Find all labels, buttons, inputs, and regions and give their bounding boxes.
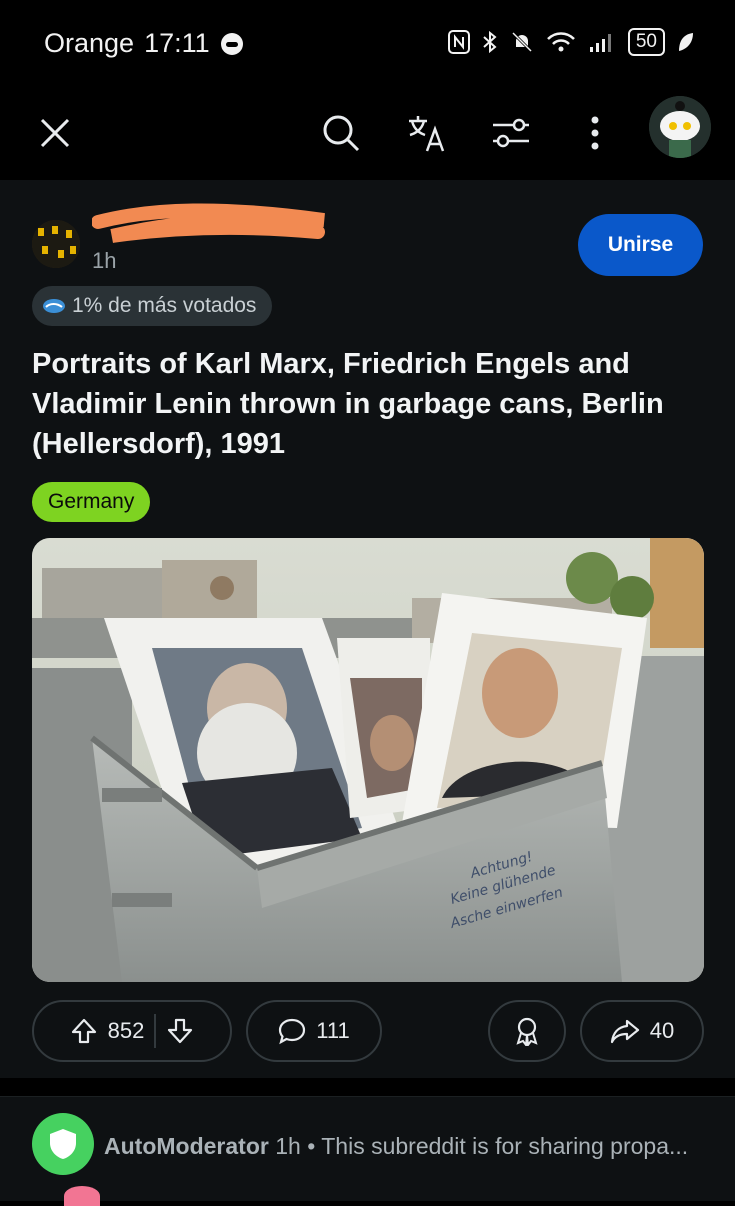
mute-bell-icon	[511, 31, 532, 53]
status-left: Orange 17:11	[44, 28, 244, 59]
translate-icon	[409, 115, 445, 151]
carrier-name: Orange	[44, 28, 135, 58]
search-button[interactable]	[306, 95, 376, 170]
share-button[interactable]: 40	[580, 1000, 704, 1062]
vote-divider	[154, 1014, 157, 1048]
clock: 17:11	[144, 28, 210, 58]
translate-button[interactable]	[392, 95, 462, 170]
comment-separator: •	[307, 1133, 316, 1159]
game-controller-icon	[220, 32, 243, 55]
comment-text-line: AutoModerator 1h • This subreddit is for…	[104, 1133, 704, 1160]
snoo-avatar-icon	[649, 96, 711, 158]
post-age: 1h	[92, 248, 117, 273]
top-votes-badge: 1% de más votados	[32, 286, 273, 326]
comment-author[interactable]: AutoModerator	[104, 1133, 269, 1159]
battery-indicator: 50	[627, 28, 665, 56]
trending-icon	[43, 299, 65, 313]
join-button[interactable]: Unirse	[578, 214, 703, 276]
badge-label: 1% de más votados	[72, 294, 257, 317]
filter-icon	[493, 118, 529, 147]
close-icon	[40, 118, 70, 147]
post-title[interactable]: Portraits of Karl Marx, Friedrich Engels…	[32, 344, 692, 464]
comment-count: 111	[316, 1018, 350, 1043]
filter-button[interactable]	[476, 95, 546, 170]
comment-time: 1h	[275, 1133, 301, 1159]
upvote-icon[interactable]	[70, 1017, 98, 1045]
post-time: 1h	[92, 248, 116, 274]
close-button[interactable]	[20, 95, 90, 170]
bluetooth-icon	[483, 30, 497, 54]
more-vertical-icon	[591, 116, 599, 149]
post-card[interactable]: 1h Unirse 1% de más votados Portraits of…	[0, 180, 735, 1078]
automoderator-avatar[interactable]	[32, 1113, 94, 1175]
vote-count: 852	[107, 1018, 145, 1043]
more-options-button[interactable]	[560, 95, 630, 170]
subreddit-avatar[interactable]	[32, 220, 80, 268]
nfc-icon	[447, 30, 470, 54]
downvote-icon[interactable]	[166, 1017, 194, 1045]
signal-icon	[589, 34, 611, 52]
user-avatar[interactable]	[649, 96, 711, 158]
top-nav	[0, 95, 735, 175]
award-button[interactable]	[488, 1000, 566, 1062]
wifi-icon	[546, 32, 575, 52]
search-icon	[323, 115, 360, 151]
post-flair[interactable]: Germany	[32, 482, 151, 522]
comment-icon	[279, 1018, 306, 1045]
garbage-bin-photo: Achtung! Keine glühende Asche einwerfen	[32, 538, 704, 982]
heart-icon	[64, 1186, 100, 1206]
status-right: 50	[447, 28, 695, 56]
award-icon	[516, 1017, 538, 1046]
share-count: 40	[649, 1018, 675, 1043]
share-icon	[610, 1019, 639, 1044]
comment-preview[interactable]: AutoModerator 1h • This subreddit is for…	[0, 1096, 735, 1201]
comment-body: This subreddit is for sharing propa...	[321, 1133, 689, 1159]
status-bar: Orange 17:11 50	[0, 0, 735, 90]
leaf-icon	[679, 33, 693, 51]
post-image[interactable]: Achtung! Keine glühende Asche einwerfen	[32, 538, 704, 982]
redaction-scribble	[92, 203, 325, 243]
vote-control: 852	[32, 1000, 232, 1062]
shield-icon	[50, 1129, 76, 1159]
comments-button[interactable]: 111	[246, 1000, 382, 1062]
subreddit-icon	[32, 220, 80, 268]
